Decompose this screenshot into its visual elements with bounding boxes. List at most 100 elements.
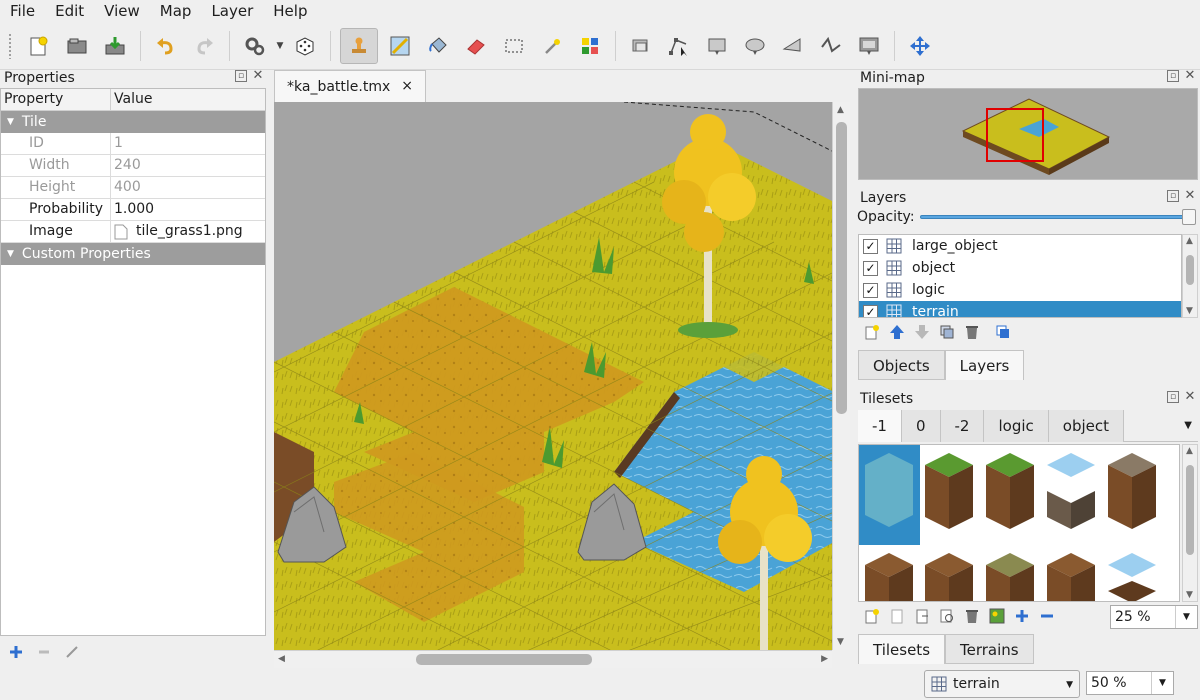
menu-view[interactable]: View — [94, 0, 150, 22]
stamp-brush-button[interactable] — [340, 27, 378, 64]
move-button[interactable] — [904, 30, 936, 62]
layer-list-scrollbar[interactable]: ▲ ▼ — [1182, 234, 1198, 318]
chevron-down-icon[interactable]: ▼ — [7, 111, 14, 133]
tileset-view[interactable] — [858, 444, 1180, 602]
table-row[interactable]: Image tile_grass1.png — [1, 221, 265, 243]
duplicate-layer-icon[interactable] — [939, 324, 955, 340]
table-row[interactable]: Height 400 — [1, 177, 265, 199]
tab-layers[interactable]: Layers — [944, 350, 1025, 380]
map-canvas[interactable] — [274, 102, 832, 650]
group-custom-properties[interactable]: ▼ Custom Properties — [1, 243, 265, 265]
tab-terrains[interactable]: Terrains — [945, 634, 1034, 664]
remove-property-icon[interactable] — [36, 644, 52, 660]
property-value-cell[interactable]: tile_grass1.png — [111, 221, 243, 242]
menu-file[interactable]: File — [0, 0, 45, 22]
map-zoom-select[interactable]: 50 % ▼ — [1086, 671, 1174, 695]
tab-tileset-object[interactable]: object — [1048, 410, 1124, 442]
tab-objects[interactable]: Objects — [858, 350, 945, 380]
menu-layer[interactable]: Layer — [201, 0, 263, 22]
close-icon[interactable]: ✕ — [252, 69, 264, 82]
menu-map[interactable]: Map — [150, 0, 202, 22]
isometric-map[interactable] — [274, 102, 832, 650]
scroll-down-icon[interactable]: ▼ — [1186, 590, 1193, 600]
insert-rectangle-button[interactable] — [701, 30, 733, 62]
insert-tile-button[interactable] — [853, 30, 885, 62]
rect-select-button[interactable] — [498, 30, 530, 62]
current-layer-select[interactable]: terrain ▼ — [924, 670, 1080, 698]
export-tileset-icon[interactable] — [914, 608, 930, 624]
float-icon[interactable]: ▫ — [1167, 391, 1179, 403]
scrollbar-thumb[interactable] — [1186, 465, 1194, 555]
chevron-down-icon[interactable]: ▼ — [274, 30, 286, 62]
chevron-down-icon[interactable]: ▼ — [1151, 672, 1173, 694]
tab-tileset-0[interactable]: 0 — [901, 410, 941, 442]
column-header-property[interactable]: Property — [1, 89, 111, 110]
delete-tileset-icon[interactable] — [964, 608, 980, 624]
layer-item-object[interactable]: ✓ object — [859, 257, 1181, 279]
random-mode-button[interactable] — [289, 30, 321, 62]
tab-tileset-minus-2[interactable]: -2 — [940, 410, 985, 442]
layer-item-large-object[interactable]: ✓ large_object — [859, 235, 1181, 257]
property-value[interactable]: 1.000 — [111, 199, 154, 220]
column-header-value[interactable]: Value — [111, 89, 152, 110]
toolbar-grip[interactable] — [8, 32, 12, 59]
layer-item-terrain[interactable]: ✓ terrain — [859, 301, 1181, 317]
layer-visibility-checkbox[interactable]: ✓ — [863, 282, 878, 298]
scroll-right-icon[interactable]: ▶ — [821, 654, 828, 664]
magic-wand-button[interactable] — [536, 30, 568, 62]
select-same-tile-button[interactable] — [574, 30, 606, 62]
insert-polygon-button[interactable] — [777, 30, 809, 62]
group-tile[interactable]: ▼ Tile — [1, 111, 265, 133]
table-row[interactable]: Probability 1.000 — [1, 199, 265, 221]
table-row[interactable]: Width 240 — [1, 155, 265, 177]
new-tileset-icon[interactable] — [864, 608, 880, 624]
scroll-down-icon[interactable]: ▼ — [1186, 306, 1193, 316]
tileset-properties-icon[interactable] — [939, 608, 955, 624]
edit-polygons-button[interactable] — [663, 30, 695, 62]
table-row[interactable]: ID 1 — [1, 133, 265, 155]
undo-button[interactable] — [150, 30, 182, 62]
scroll-down-icon[interactable]: ▼ — [837, 637, 844, 647]
chevron-down-icon[interactable]: ▼ — [1066, 680, 1073, 690]
scroll-up-icon[interactable]: ▲ — [1186, 236, 1193, 246]
redo-button[interactable] — [188, 30, 220, 62]
tab-tileset-minus-1[interactable]: -1 — [858, 410, 902, 442]
scrollbar-thumb[interactable] — [1186, 255, 1194, 285]
opacity-slider-handle[interactable] — [1182, 209, 1196, 225]
lower-layer-icon[interactable] — [914, 324, 930, 340]
add-property-icon[interactable] — [8, 644, 24, 660]
remove-tiles-icon[interactable] — [1039, 608, 1055, 624]
close-icon[interactable]: × — [401, 78, 413, 94]
new-map-button[interactable] — [23, 30, 55, 62]
command-button[interactable] — [239, 30, 271, 62]
layer-visibility-checkbox[interactable]: ✓ — [863, 260, 878, 276]
chevron-down-icon[interactable]: ▼ — [7, 243, 14, 265]
new-layer-icon[interactable] — [864, 324, 880, 340]
edit-terrain-icon[interactable] — [989, 608, 1005, 624]
insert-polyline-button[interactable] — [815, 30, 847, 62]
scroll-up-icon[interactable]: ▲ — [1186, 446, 1193, 456]
scrollbar-thumb[interactable] — [416, 654, 592, 665]
scroll-left-icon[interactable]: ◀ — [278, 654, 285, 664]
add-tiles-icon[interactable] — [1014, 608, 1030, 624]
menu-edit[interactable]: Edit — [45, 0, 94, 22]
map-horizontal-scrollbar[interactable]: ◀ ▶ — [274, 650, 832, 668]
select-objects-button[interactable] — [625, 30, 657, 62]
scroll-up-icon[interactable]: ▲ — [837, 105, 844, 115]
close-icon[interactable]: ✕ — [1184, 189, 1196, 202]
bucket-fill-button[interactable] — [422, 30, 454, 62]
tileset-zoom-select[interactable]: 25 % ▼ — [1110, 605, 1198, 629]
layer-item-logic[interactable]: ✓ logic — [859, 279, 1181, 301]
layer-visibility-toggle-icon[interactable] — [995, 324, 1011, 340]
scrollbar-thumb[interactable] — [836, 122, 847, 414]
menu-help[interactable]: Help — [263, 0, 317, 22]
rename-property-icon[interactable] — [64, 644, 80, 660]
layer-visibility-checkbox[interactable]: ✓ — [863, 304, 878, 317]
close-icon[interactable]: ✕ — [1184, 69, 1196, 82]
open-button[interactable] — [61, 30, 93, 62]
tab-tilesets[interactable]: Tilesets — [858, 634, 946, 664]
chevron-down-icon[interactable]: ▼ — [1184, 420, 1192, 431]
tab-ka-battle[interactable]: *ka_battle.tmx × — [274, 70, 426, 102]
tileset-scrollbar[interactable]: ▲ ▼ — [1182, 444, 1198, 602]
map-vertical-scrollbar[interactable]: ▲ ▼ — [832, 102, 850, 650]
